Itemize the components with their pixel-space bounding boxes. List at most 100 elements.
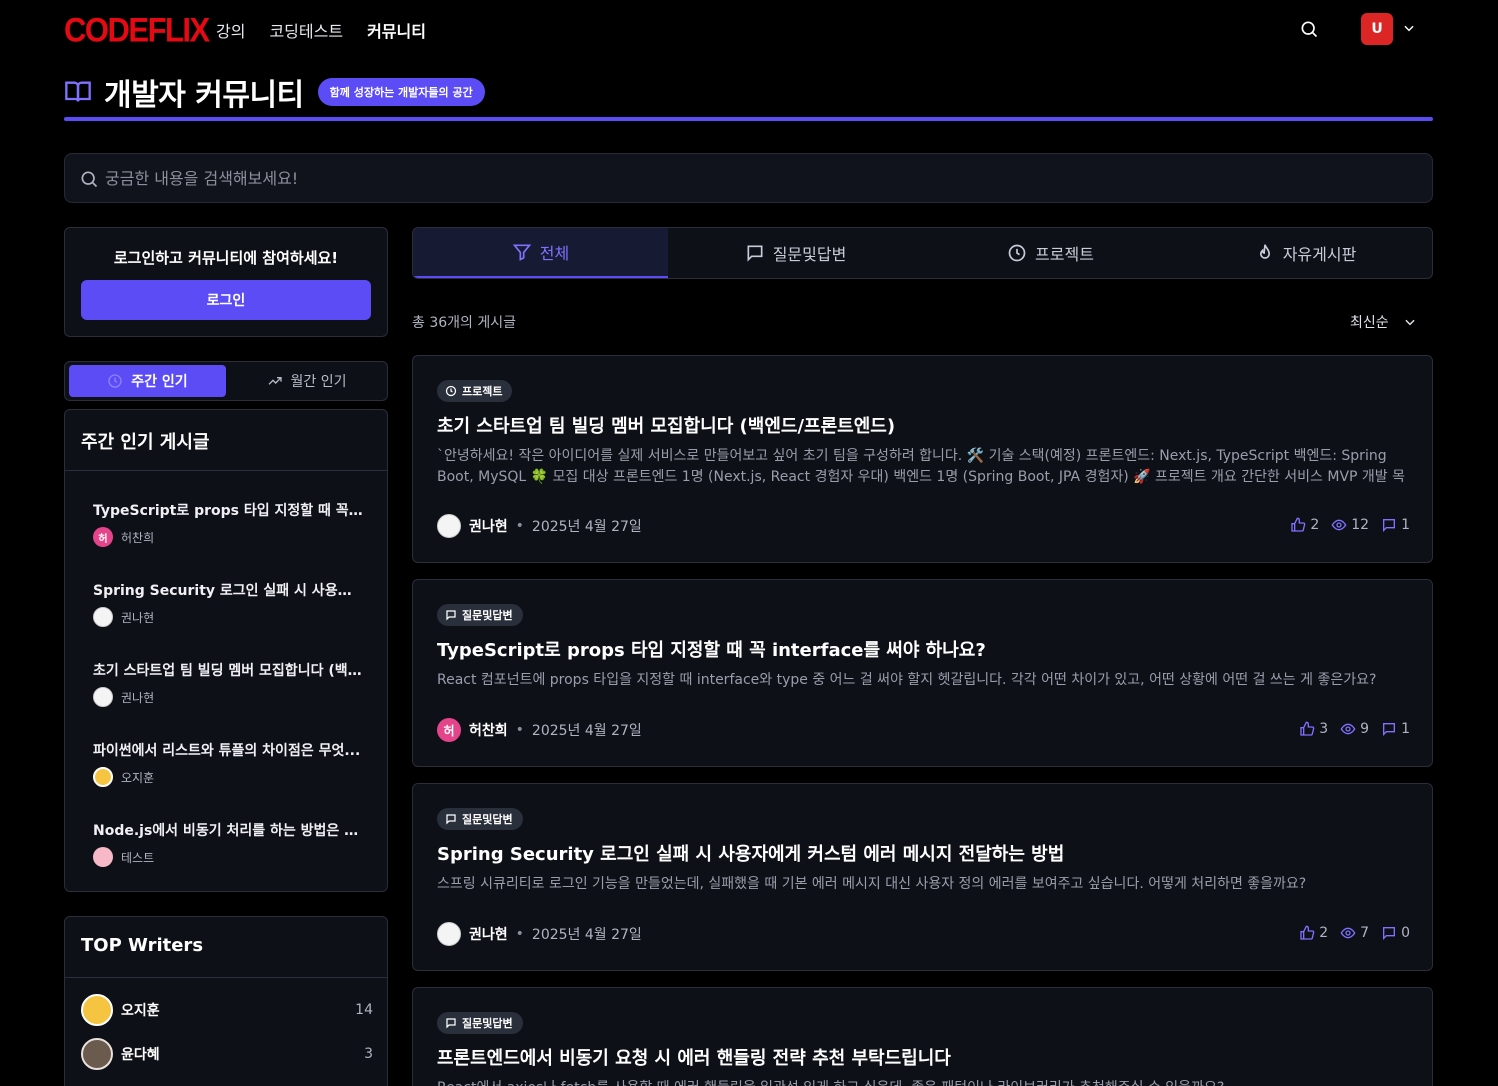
sort-label: 최신순 [1350,315,1389,331]
list-item[interactable]: 초기 스타트업 팀 빌딩 멤버 모집합니다 (백... 권나현 [93,660,363,707]
tab-weekly-label: 주간 인기 [131,374,188,390]
views-stat: 7 [1340,925,1369,941]
category-label: 질문및답변 [462,1017,513,1030]
nav-lectures[interactable]: 강의 [216,18,245,42]
list-item[interactable]: Spring Security 로그인 실패 시 사용자에... 권나현 [93,580,363,627]
chevron-down-icon[interactable] [1402,21,1416,35]
likes-stat: 2 [1299,925,1328,941]
nav-community[interactable]: 커뮤니티 [367,18,426,42]
post-author-meta: 권나현 • 2025년 4월 27일 [437,514,642,538]
popular-post-title: 파이썬에서 리스트와 튜플의 차이점은 무엇... [93,743,361,759]
writer-row[interactable]: 오지훈 14 [81,994,373,1026]
author-name: 테스트 [121,850,155,865]
post-title[interactable]: TypeScript로 props 타입 지정할 때 꼭 interface를 … [437,636,986,662]
category-label: 프로젝트 [462,385,503,398]
post-excerpt: 스프링 시큐리티로 로그인 기능을 만들었는데, 실패했을 때 기본 에러 메시… [437,876,1307,892]
tab-all-label: 전체 [539,244,570,263]
tab-qna-label: 질문및답변 [772,245,847,264]
clock-icon [445,385,457,397]
sort-select[interactable]: 최신순 [1350,312,1417,332]
post-title[interactable]: 프론트엔드에서 비동기 요청 시 에러 핸들링 전략 추천 부탁드립니다 [437,1044,951,1070]
post-card[interactable]: 질문및답변 프론트엔드에서 비동기 요청 시 에러 핸들링 전략 추천 부탁드립… [412,987,1433,1086]
tab-qna[interactable]: 질문및답변 [668,228,923,278]
nav-coding-test[interactable]: 코딩테스트 [269,18,343,42]
clock-icon [108,374,122,388]
writer-name: 오지훈 [121,1003,160,1019]
flame-icon [1259,244,1270,259]
search-icon [81,171,98,188]
page-subtitle-badge: 함께 성장하는 개발자들의 공간 [317,78,485,106]
eye-icon [1340,723,1356,735]
separator-dot: • [515,518,524,534]
list-item[interactable]: 파이썬에서 리스트와 튜플의 차이점은 무엇... 오지훈 [93,740,363,787]
avatar: 허 [437,718,461,742]
avatar [93,607,113,627]
title-divider [64,117,1433,121]
writer-row[interactable]: 윤다혜 3 [81,1038,373,1070]
avatar [93,847,113,867]
author-name: 권나현 [469,519,508,535]
list-item[interactable]: TypeScript로 props 타입 지정할 때 꼭 in... 허 허찬희 [93,500,363,547]
chevron-down-icon [1405,319,1415,326]
post-card[interactable]: 프로젝트 초기 스타트업 팀 빌딩 멤버 모집합니다 (백엔드/프론트엔드) `… [412,355,1433,563]
post-date: 2025년 4월 27일 [531,927,642,943]
writer-post-count: 3 [364,1046,373,1062]
list-item[interactable]: Node.js에서 비동기 처리를 하는 방법은 무... 테스트 [93,820,363,867]
codeflix-logo[interactable]: CODEFLIX [64,10,210,50]
tab-weekly-popular[interactable]: 주간 인기 [69,365,226,397]
divider [65,470,387,471]
message-square-icon [446,610,456,621]
avatar [93,767,113,787]
avatar [93,687,113,707]
author-name: 허찬희 [121,530,155,545]
separator-dot: • [515,926,524,942]
author-name: 권나현 [121,690,155,705]
search-icon[interactable] [1299,19,1319,39]
category-tabs: 전체 질문및답변 프로젝트 자유게시판 [412,227,1433,279]
post-card[interactable]: 질문및답변 Spring Security 로그인 실패 시 사용자에게 커스텀… [412,783,1433,971]
thumbs-up-icon [1291,517,1306,532]
category-badge: 프로젝트 [437,380,513,402]
search-input[interactable] [105,154,1405,202]
tab-monthly-popular[interactable]: 월간 인기 [228,365,385,397]
post-stats: 2 12 1 [1290,517,1410,533]
comments-count: 0 [1401,925,1410,941]
avatar: 허 [93,527,113,547]
likes-count: 3 [1319,721,1329,737]
top-navigation: CODEFLIX 강의 코딩테스트 커뮤니티 U [0,0,1498,58]
tab-free-board[interactable]: 자유게시판 [1178,228,1432,278]
post-title[interactable]: Spring Security 로그인 실패 시 사용자에게 커스텀 에러 메시… [437,840,1064,866]
login-button[interactable]: 로그인 [81,280,371,320]
category-badge: 질문및답변 [437,1012,523,1034]
comment-icon [1383,519,1396,532]
post-count: 총 36개의 게시글 [412,315,516,331]
category-label: 질문및답변 [462,813,513,826]
weekly-popular-title: 주간 인기 게시글 [81,432,210,453]
views-count: 7 [1360,925,1370,941]
comment-icon [1383,723,1396,736]
popular-period-tabs: 주간 인기 월간 인기 [64,361,388,401]
main-nav: 강의 코딩테스트 커뮤니티 [216,18,426,42]
author-name: 허찬희 [469,723,508,739]
likes-stat: 2 [1290,517,1319,533]
top-writers-title: TOP Writers [81,935,204,956]
author-name: 권나현 [469,927,508,943]
page-title: 개발자 커뮤니티 [104,78,304,113]
tab-all[interactable]: 전체 [413,228,668,278]
views-count: 9 [1360,721,1370,737]
category-badge: 질문및답변 [437,604,523,626]
top-writers-card: TOP Writers 오지훈 14 윤다혜 3 [64,916,388,1086]
post-author-meta: 권나현 • 2025년 4월 27일 [437,922,642,946]
tab-project[interactable]: 프로젝트 [923,228,1178,278]
author-name: 오지훈 [121,770,155,785]
eye-icon [1340,927,1356,939]
post-card[interactable]: 질문및답변 TypeScript로 props 타입 지정할 때 꼭 inter… [412,579,1433,767]
message-square-icon [446,1018,456,1029]
user-avatar-button[interactable]: U [1361,13,1393,45]
post-title[interactable]: 초기 스타트업 팀 빌딩 멤버 모집합니다 (백엔드/프론트엔드) [437,412,895,438]
post-date: 2025년 4월 27일 [531,519,642,535]
post-stats: 2 7 0 [1299,925,1410,941]
popular-post-title: TypeScript로 props 타입 지정할 때 꼭 in... [93,503,363,519]
separator-dot: • [515,722,524,738]
comment-icon [1383,927,1396,940]
